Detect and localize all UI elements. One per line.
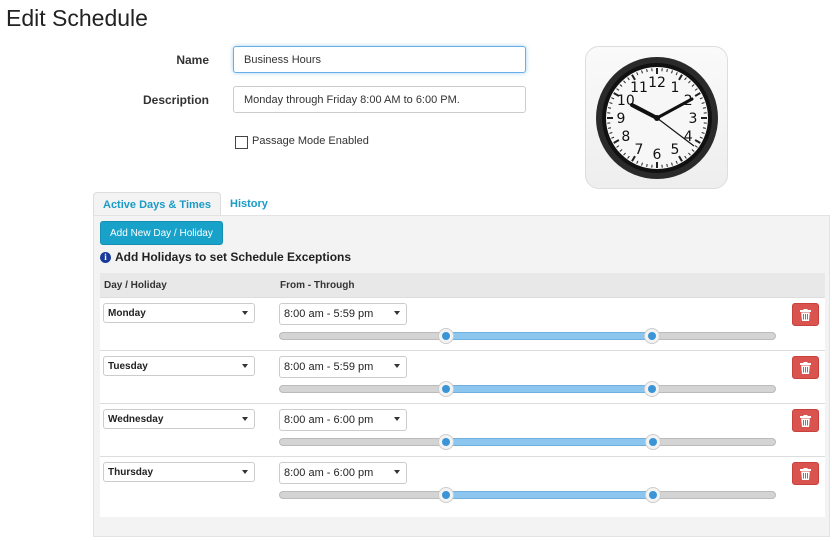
table-header: Day / Holiday From - Through (100, 273, 825, 297)
trash-icon (800, 414, 811, 427)
page-title: Edit Schedule (6, 5, 148, 31)
caret-down-icon (394, 364, 400, 368)
delete-row-button[interactable] (792, 356, 819, 379)
trash-icon (800, 467, 811, 480)
info-icon: i (100, 251, 111, 263)
svg-text:9: 9 (616, 111, 625, 127)
svg-text:3: 3 (688, 111, 697, 127)
schedule-table: Day / Holiday From - Through Monday 8:00… (100, 273, 825, 517)
time-range-select[interactable]: 8:00 am - 6:00 pm (279, 409, 407, 431)
holiday-info-text: Add Holidays to set Schedule Exceptions (115, 250, 352, 264)
day-select[interactable]: Tuesday (103, 356, 255, 376)
svg-text:8: 8 (621, 129, 630, 145)
day-select[interactable]: Wednesday (103, 409, 255, 429)
svg-text:1: 1 (670, 79, 679, 95)
caret-down-icon (242, 470, 248, 474)
description-input[interactable] (233, 86, 526, 113)
add-day-holiday-button[interactable]: Add New Day / Holiday (100, 221, 223, 245)
time-range-slider[interactable] (279, 328, 776, 344)
description-label: Description (142, 93, 209, 107)
day-select[interactable]: Monday (103, 303, 255, 323)
svg-text:5: 5 (670, 142, 679, 158)
time-range-select-value: 8:00 am - 5:59 pm (284, 361, 374, 373)
caret-down-icon (242, 417, 248, 421)
slider-handle-to[interactable] (644, 434, 661, 450)
slider-handle-to[interactable] (644, 328, 661, 344)
svg-text:4: 4 (683, 129, 692, 145)
caret-down-icon (242, 311, 248, 315)
slider-handle-to[interactable] (644, 381, 661, 397)
day-select-value: Tuesday (108, 360, 148, 372)
schedule-clock-image: 123456789101112 (585, 46, 728, 189)
table-row: Thursday 8:00 am - 6:00 pm (100, 456, 825, 509)
trash-icon (800, 308, 811, 321)
time-range-select-value: 8:00 am - 6:00 pm (284, 414, 374, 426)
holiday-info-note: i Add Holidays to set Schedule Exception… (100, 250, 351, 264)
time-range-slider[interactable] (279, 381, 776, 397)
time-range-slider[interactable] (279, 434, 776, 450)
svg-text:7: 7 (634, 142, 643, 158)
name-input[interactable] (233, 46, 526, 73)
tab-bar: Active Days & Times History (93, 192, 277, 216)
slider-selected-range (445, 438, 653, 446)
table-row: Tuesday 8:00 am - 5:59 pm (100, 350, 825, 403)
day-select[interactable]: Thursday (103, 462, 255, 482)
delete-row-button[interactable] (792, 303, 819, 326)
time-range-select-value: 8:00 am - 6:00 pm (284, 467, 374, 479)
slider-handle-from[interactable] (437, 434, 454, 450)
table-row: Wednesday 8:00 am - 6:00 pm (100, 403, 825, 456)
delete-row-button[interactable] (792, 409, 819, 432)
slider-selected-range (445, 332, 653, 340)
trash-icon (800, 361, 811, 374)
day-select-value: Thursday (108, 466, 154, 478)
slider-handle-from[interactable] (437, 381, 454, 397)
slider-selected-range (445, 491, 653, 499)
delete-row-button[interactable] (792, 462, 819, 485)
caret-down-icon (394, 470, 400, 474)
column-header-range: From - Through (280, 279, 355, 291)
caret-down-icon (394, 417, 400, 421)
svg-text:12: 12 (648, 75, 666, 91)
day-select-value: Monday (108, 307, 146, 319)
active-days-panel: Add New Day / Holiday i Add Holidays to … (93, 215, 830, 537)
slider-handle-to[interactable] (644, 487, 661, 503)
time-range-select-value: 8:00 am - 5:59 pm (284, 308, 374, 320)
tab-active-days-times[interactable]: Active Days & Times (93, 192, 222, 216)
name-label: Name (176, 53, 209, 67)
column-header-day: Day / Holiday (104, 279, 167, 291)
passage-mode-checkbox[interactable] (235, 136, 248, 149)
slider-selected-range (445, 385, 653, 393)
clock-icon: 123456789101112 (595, 56, 718, 179)
svg-text:11: 11 (630, 79, 648, 95)
slider-handle-from[interactable] (437, 487, 454, 503)
svg-text:6: 6 (652, 147, 661, 163)
slider-handle-from[interactable] (437, 328, 454, 344)
passage-mode-row: Passage Mode Enabled (235, 132, 369, 149)
table-row: Monday 8:00 am - 5:59 pm (100, 297, 825, 350)
caret-down-icon (394, 311, 400, 315)
time-range-select[interactable]: 8:00 am - 5:59 pm (279, 303, 407, 325)
time-range-select[interactable]: 8:00 am - 5:59 pm (279, 356, 407, 378)
time-range-slider[interactable] (279, 487, 776, 503)
time-range-select[interactable]: 8:00 am - 6:00 pm (279, 462, 407, 484)
day-select-value: Wednesday (108, 413, 164, 425)
tab-history[interactable]: History (221, 192, 277, 216)
passage-mode-label: Passage Mode Enabled (252, 134, 369, 147)
caret-down-icon (242, 364, 248, 368)
